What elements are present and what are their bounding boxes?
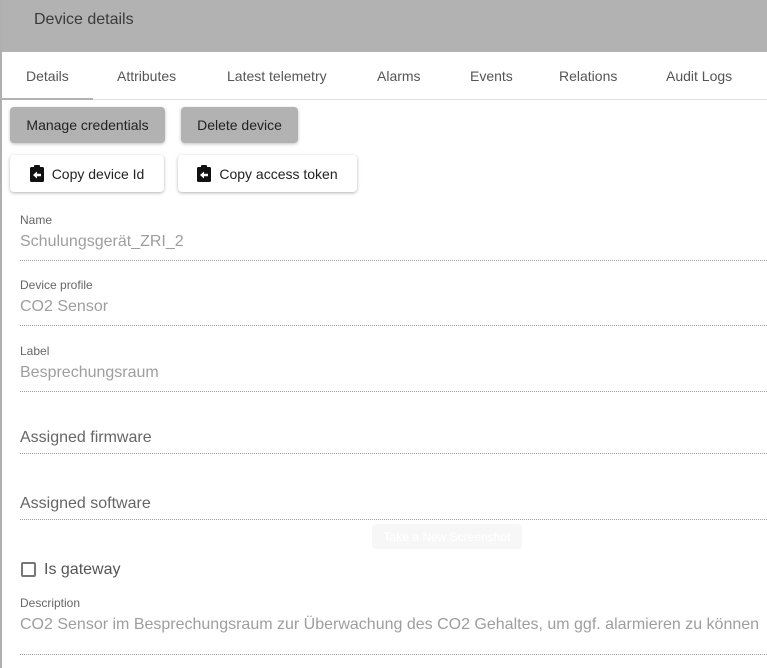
label-field[interactable]: Label Besprechungsraum: [20, 344, 767, 392]
tab-attributes[interactable]: Attributes: [117, 52, 176, 100]
tab-relations[interactable]: Relations: [559, 52, 617, 100]
tab-details[interactable]: Details: [26, 52, 69, 100]
field-underline: [20, 654, 767, 655]
page-title: Device details: [34, 11, 134, 28]
field-value[interactable]: Besprechungsraum: [20, 364, 767, 386]
field-value[interactable]: Schulungsgerät_ZRI_2: [20, 233, 767, 255]
field-value[interactable]: CO2 Sensor im Besprechungsraum zur Überw…: [20, 616, 767, 638]
field-underline: [20, 453, 767, 454]
is-gateway-checkbox[interactable]: [21, 562, 36, 577]
button-label: Delete device: [197, 117, 282, 133]
is-gateway-label[interactable]: Is gateway: [44, 561, 120, 579]
copy-access-token-button[interactable]: Copy access token: [178, 155, 357, 192]
device-profile-field[interactable]: Device profile CO2 Sensor: [20, 278, 767, 326]
field-underline: [20, 391, 767, 392]
field-label: Name: [20, 213, 53, 227]
field-label: Label: [20, 344, 50, 358]
delete-device-button[interactable]: Delete device: [181, 107, 298, 143]
field-underline: [20, 325, 767, 326]
button-label: Copy access token: [219, 165, 338, 182]
field-underline: [20, 260, 767, 261]
description-field[interactable]: Description CO2 Sensor im Besprechungsra…: [20, 596, 767, 655]
button-label: Copy device Id: [51, 165, 145, 182]
overlay-label: Take a New Screenshot: [383, 529, 511, 544]
assigned-software-field[interactable]: Assigned software: [20, 495, 767, 520]
page-header: Device details: [2, 0, 767, 52]
tab-latest-telemetry[interactable]: Latest telemetry: [227, 52, 327, 100]
field-label: Device profile: [20, 278, 93, 292]
field-underline: [20, 519, 767, 520]
assigned-firmware-field[interactable]: Assigned firmware: [20, 429, 767, 454]
field-placeholder[interactable]: Assigned software: [20, 495, 767, 513]
tab-events[interactable]: Events: [470, 52, 513, 100]
button-label: Manage credentials: [26, 117, 149, 133]
field-placeholder[interactable]: Assigned firmware: [20, 429, 767, 447]
clipboard-arrow-icon: [197, 165, 212, 182]
clipboard-arrow-icon: [29, 165, 44, 182]
copy-device-id-button[interactable]: Copy device Id: [10, 155, 164, 192]
field-label: Description: [20, 596, 81, 610]
tab-alarms[interactable]: Alarms: [377, 52, 421, 100]
manage-credentials-button[interactable]: Manage credentials: [10, 107, 165, 143]
field-value[interactable]: CO2 Sensor: [20, 298, 767, 320]
name-field[interactable]: Name Schulungsgerät_ZRI_2: [20, 213, 767, 261]
take-screenshot-overlay[interactable]: Take a New Screenshot: [372, 524, 522, 549]
tab-bar: Details Attributes Latest telemetry Alar…: [2, 52, 767, 100]
active-tab-indicator: [2, 98, 93, 100]
tab-audit-logs[interactable]: Audit Logs: [666, 52, 732, 100]
